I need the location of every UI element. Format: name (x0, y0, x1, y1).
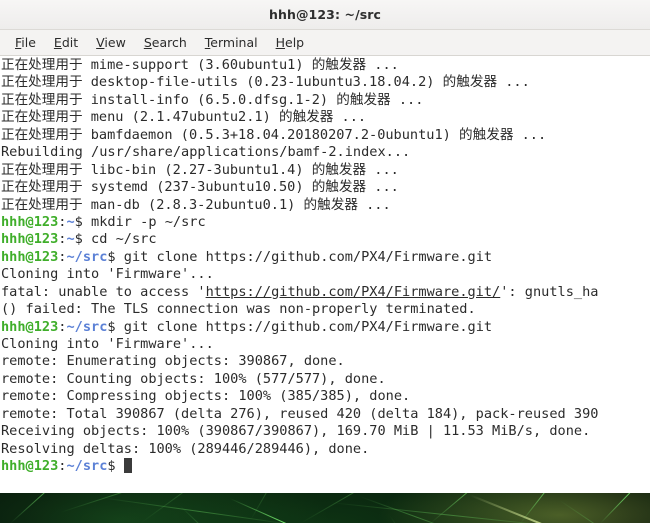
terminal-line-text: 正在处理用于 desktop-file-utils (0.23-1ubuntu3… (1, 74, 530, 91)
terminal-line: () failed: The TLS connection was non-pr… (1, 301, 650, 318)
terminal-command-line: hhh@123:~$ mkdir -p ~/src (1, 214, 650, 231)
terminal-line-text: Receiving objects: 100% (390867/390867),… (1, 423, 591, 440)
terminal-active-prompt-line: hhh@123:~/src$ (1, 458, 650, 475)
menu-mnemonic: V (96, 35, 105, 50)
window-titlebar[interactable]: hhh@123: ~/src (0, 0, 650, 30)
menu-bar: File Edit View Search Terminal Help (0, 30, 650, 56)
terminal-line-text: 正在处理用于 man-db (2.8.3-2ubuntu0.1) 的触发器 ..… (1, 196, 391, 213)
prompt-path: ~/src (66, 248, 108, 265)
menu-mnemonic: S (143, 35, 152, 50)
menu-item-search[interactable]: Search (135, 33, 196, 52)
terminal-line: 正在处理用于 libc-bin (2.27-3ubuntu1.4) 的触发器 .… (1, 162, 650, 179)
terminal-line: 正在处理用于 mime-support (3.60ubuntu1) 的触发器 .… (1, 57, 650, 74)
terminal-line-text: 正在处理用于 mime-support (3.60ubuntu1) 的触发器 .… (1, 57, 399, 73)
menu-item-help[interactable]: Help (267, 33, 314, 52)
terminal-command-text: git clone https://github.com/PX4/Firmwar… (123, 248, 493, 265)
terminal-command-text: cd ~/src (91, 231, 157, 248)
prompt-sigil: $ (107, 458, 124, 475)
prompt-path: ~ (66, 213, 75, 230)
terminal-line-text: 正在处理用于 systemd (237-3ubuntu10.50) 的触发器 .… (1, 179, 399, 196)
prompt-sigil: $ (74, 231, 92, 248)
terminal-line-text: remote: Enumerating objects: 390867, don… (1, 353, 345, 370)
terminal-line-text: 正在处理用于 bamfdaemon (0.5.3+18.04.20180207.… (1, 126, 547, 143)
menu-mnemonic: F (15, 35, 22, 50)
menu-item-file[interactable]: File (6, 33, 45, 52)
menu-item-edit[interactable]: Edit (45, 33, 87, 52)
terminal-command-line: hhh@123:~$ cd ~/src (1, 231, 650, 248)
prompt-sigil: $ (74, 213, 92, 230)
terminal-line: Cloning into 'Firmware'... (1, 336, 650, 353)
terminal-line: Rebuilding /usr/share/applications/bamf-… (1, 144, 650, 161)
terminal-line-text: Cloning into 'Firmware'... (1, 266, 214, 283)
terminal-line: 正在处理用于 man-db (2.8.3-2ubuntu0.1) 的触发器 ..… (1, 197, 650, 214)
terminal-error-url: https://github.com/PX4/Firmware.git/ (205, 283, 501, 300)
menu-item-view[interactable]: View (87, 33, 135, 52)
terminal-error-suffix: ': gnutls_ha (500, 283, 599, 300)
menu-mnemonic: E (53, 35, 62, 50)
terminal-window: hhh@123: ~/src File Edit View Search Termina… (0, 0, 650, 493)
terminal-line: remote: Counting objects: 100% (577/577)… (1, 371, 650, 388)
window-title: hhh@123: ~/src (268, 7, 382, 22)
menu-item-terminal[interactable]: Terminal (196, 33, 267, 52)
prompt-path: ~ (66, 231, 75, 248)
menu-mnemonic: H (275, 35, 286, 50)
terminal-command-text: git clone https://github.com/PX4/Firmwar… (123, 318, 493, 335)
terminal-line: 正在处理用于 install-info (6.5.0.dfsg.1-2) 的触发… (1, 92, 650, 109)
prompt-path: ~/src (66, 318, 108, 335)
terminal-output[interactable]: 正在处理用于 mime-support (3.60ubuntu1) 的触发器 .… (0, 56, 650, 493)
prompt-user-host: hhh@123 (1, 213, 59, 230)
terminal-line-text: Resolving deltas: 100% (289446/289446), … (1, 440, 370, 457)
terminal-line-text: () failed: The TLS connection was non-pr… (1, 301, 476, 318)
terminal-error-prefix: fatal: unable to access ' (1, 283, 206, 300)
wallpaper-ray (99, 497, 299, 523)
prompt-user-host: hhh@123 (1, 318, 59, 335)
prompt-user-host: hhh@123 (1, 248, 59, 265)
prompt-sigil: $ (107, 318, 124, 335)
terminal-cursor (123, 458, 132, 474)
terminal-command-line: hhh@123:~/src$ git clone https://github.… (1, 319, 650, 336)
wallpaper-ray (179, 505, 245, 523)
terminal-line: remote: Enumerating objects: 390867, don… (1, 353, 650, 370)
terminal-line: 正在处理用于 desktop-file-utils (0.23-1ubuntu3… (1, 74, 650, 91)
prompt-sigil: $ (107, 248, 124, 265)
terminal-line-text: remote: Counting objects: 100% (577/577)… (1, 370, 386, 387)
terminal-line: remote: Total 390867 (delta 276), reused… (1, 406, 650, 423)
menu-mnemonic: T (204, 35, 211, 50)
terminal-line-text: remote: Compressing objects: 100% (385/3… (1, 388, 411, 405)
prompt-path: ~/src (66, 458, 108, 475)
terminal-line-text: Rebuilding /usr/share/applications/bamf-… (1, 144, 411, 161)
prompt-user-host: hhh@123 (1, 231, 59, 248)
terminal-line-text: 正在处理用于 install-info (6.5.0.dfsg.1-2) 的触发… (1, 91, 424, 108)
terminal-line: 正在处理用于 bamfdaemon (0.5.3+18.04.20180207.… (1, 127, 650, 144)
terminal-line: 正在处理用于 systemd (237-3ubuntu10.50) 的触发器 .… (1, 179, 650, 196)
terminal-line: Cloning into 'Firmware'... (1, 266, 650, 283)
prompt-user-host: hhh@123 (1, 458, 59, 475)
terminal-command-text: mkdir -p ~/src (91, 213, 206, 230)
terminal-line: Receiving objects: 100% (390867/390867),… (1, 423, 650, 440)
terminal-line-text: Cloning into 'Firmware'... (1, 336, 214, 352)
terminal-line: Resolving deltas: 100% (289446/289446), … (1, 441, 650, 458)
terminal-line-text: 正在处理用于 libc-bin (2.27-3ubuntu1.4) 的触发器 .… (1, 161, 399, 178)
terminal-command-line: hhh@123:~/src$ git clone https://github.… (1, 249, 650, 266)
terminal-error-line: fatal: unable to access 'https://github.… (1, 284, 650, 301)
terminal-line: 正在处理用于 menu (2.1.47ubuntu2.1) 的触发器 ... (1, 109, 650, 126)
terminal-line: remote: Compressing objects: 100% (385/3… (1, 388, 650, 405)
terminal-line-text: 正在处理用于 menu (2.1.47ubuntu2.1) 的触发器 ... (1, 109, 367, 126)
terminal-line-text: remote: Total 390867 (delta 276), reused… (1, 405, 599, 422)
